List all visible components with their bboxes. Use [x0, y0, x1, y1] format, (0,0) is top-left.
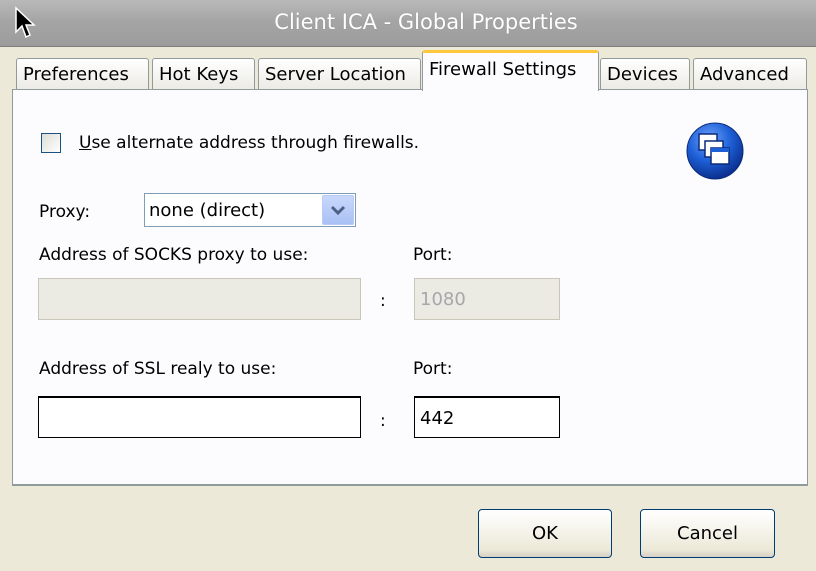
- firewall-settings-panel: Use alternate address through firewalls.…: [12, 89, 808, 486]
- alternate-address-label[interactable]: Use alternate address through firewalls.: [79, 133, 419, 153]
- window-title: Client ICA - Global Properties: [274, 10, 578, 34]
- socks-port-label: Port:: [413, 245, 453, 265]
- chevron-down-icon[interactable]: [322, 195, 354, 225]
- socks-port-input[interactable]: 1080: [414, 278, 560, 320]
- tab-devices[interactable]: Devices: [600, 58, 690, 89]
- alternate-address-checkbox[interactable]: [41, 133, 61, 153]
- proxy-select[interactable]: none (direct): [144, 193, 356, 227]
- tab-preferences[interactable]: Preferences: [16, 58, 149, 89]
- ssl-relay-address-label: Address of SSL realy to use:: [39, 359, 277, 379]
- tab-firewall-settings[interactable]: Firewall Settings: [422, 50, 599, 91]
- socks-separator: :: [380, 291, 386, 311]
- proxy-label: Proxy:: [39, 202, 91, 222]
- ok-button[interactable]: OK: [478, 509, 612, 558]
- proxy-select-value: none (direct): [149, 200, 266, 221]
- ssl-relay-address-input[interactable]: [38, 396, 361, 438]
- socks-address-input[interactable]: [38, 278, 361, 320]
- tab-advanced[interactable]: Advanced: [693, 58, 807, 89]
- ssl-relay-separator: :: [380, 411, 386, 431]
- tab-bar: Preferences Hot Keys Server Location Fir…: [0, 46, 816, 92]
- ssl-relay-port-label: Port:: [413, 359, 453, 379]
- title-bar: Client ICA - Global Properties: [0, 0, 816, 47]
- socks-address-label: Address of SOCKS proxy to use:: [39, 245, 309, 265]
- tab-server-location[interactable]: Server Location: [258, 58, 421, 89]
- alternate-address-access-key: U: [79, 133, 92, 153]
- alternate-address-label-text: se alternate address through firewalls.: [91, 133, 420, 153]
- cancel-button[interactable]: Cancel: [640, 509, 775, 558]
- ssl-relay-port-input[interactable]: 442: [414, 396, 560, 438]
- tab-hot-keys[interactable]: Hot Keys: [152, 58, 255, 89]
- client-ica-icon: [685, 121, 745, 186]
